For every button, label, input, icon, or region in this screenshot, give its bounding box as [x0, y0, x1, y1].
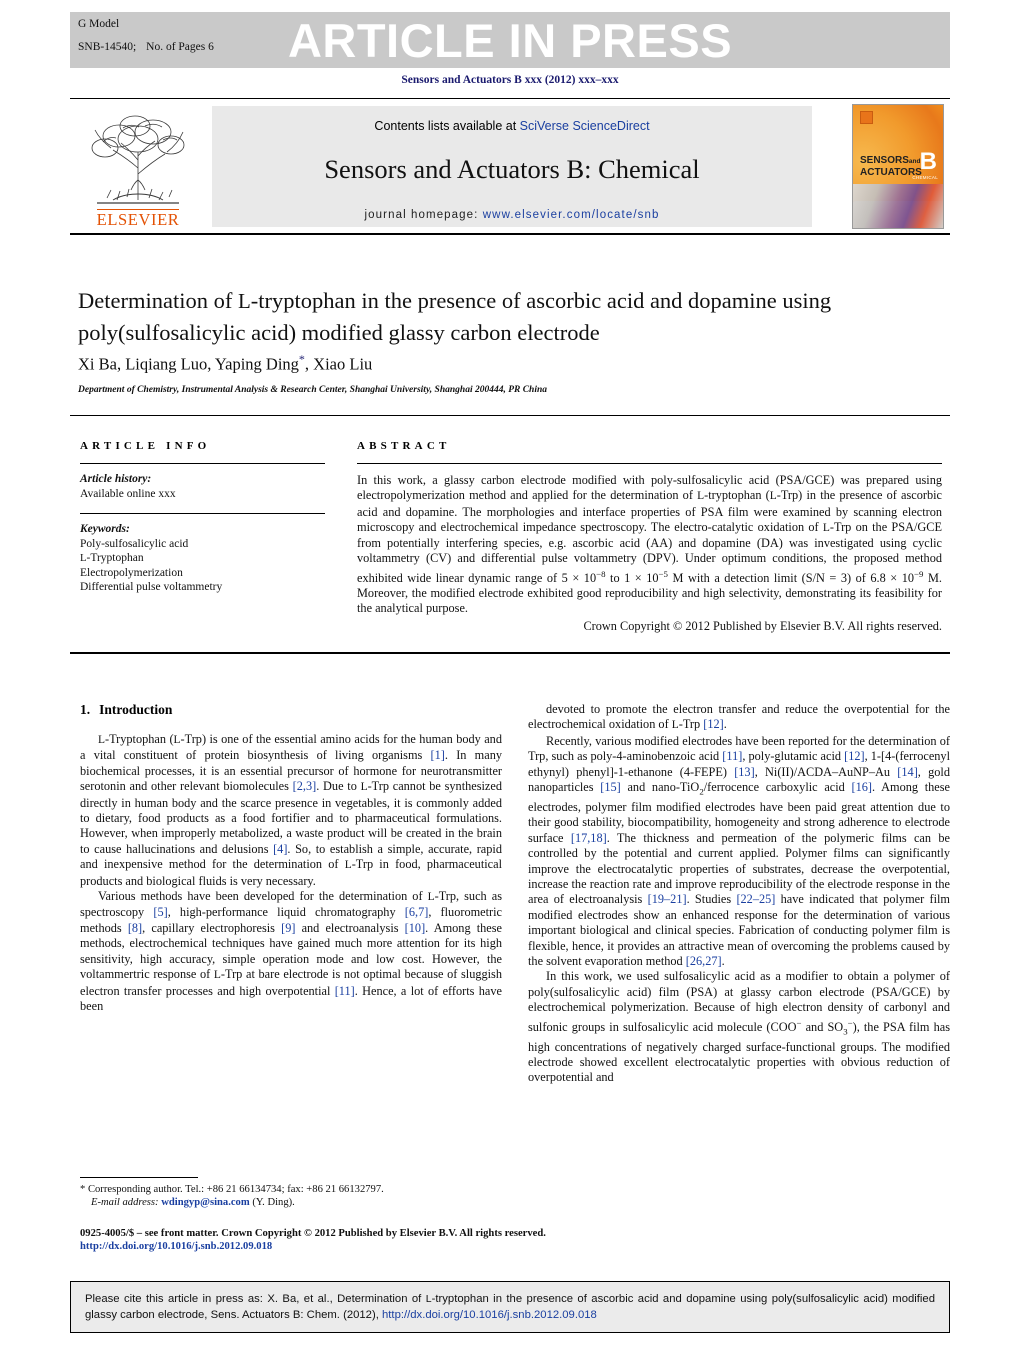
article-info-rule: [80, 463, 325, 464]
article-info-column: ARTICLE INFO Article history: Available …: [80, 440, 325, 595]
citation-doi-link[interactable]: http://dx.doi.org/10.1016/j.snb.2012.09.…: [382, 1309, 597, 1321]
footnote-email-line: E-mail address: wdingyp@sina.com (Y. Din…: [80, 1196, 510, 1209]
corresponding-author-footnote: * Corresponding author. Tel.: +86 21 661…: [80, 1183, 510, 1209]
homepage-label: journal homepage:: [364, 209, 479, 221]
author-list: Xi Ba, Liqiang Luo, Yaping Ding*, Xiao L…: [78, 352, 938, 375]
masthead-bottom-rule: [70, 233, 950, 235]
keywords-label: Keywords:: [80, 523, 130, 535]
abstract-column: ABSTRACT In this work, a glassy carbon e…: [357, 440, 942, 634]
abstract-heading: ABSTRACT: [357, 440, 451, 452]
article-page: ARTICLE IN PRESS G Model SNB-14540; No. o…: [0, 0, 1020, 1351]
sciencedirect-link[interactable]: SciVerse ScienceDirect: [520, 119, 650, 133]
elsevier-tree-icon: [91, 115, 185, 204]
keyword-item: Electropolymerization: [80, 566, 183, 579]
journal-masthead: ELSEVIER Contents lists available at Sci…: [70, 104, 950, 230]
introduction-heading: 1. Introduction: [80, 702, 502, 718]
journal-homepage-line: journal homepage: www.elsevier.com/locat…: [212, 209, 812, 221]
article-history-value: Available online xxx: [80, 487, 176, 500]
author-names-tail: , Xiao Liu: [304, 354, 373, 374]
abstract-bottom-rule: [70, 652, 950, 654]
masthead-top-rule: [70, 98, 950, 99]
keyword-item: Differential pulse voltammetry: [80, 581, 223, 593]
intro-paragraph: Various methods have been developed for …: [80, 889, 502, 1013]
affiliation-rule: [70, 415, 950, 416]
front-matter-copyright: 0925-4005/$ – see front matter. Crown Co…: [80, 1228, 546, 1239]
cover-elsevier-icon: [860, 111, 873, 124]
page-count: No. of Pages 6: [146, 41, 214, 53]
footnote-corresponding-text: * Corresponding author. Tel.: +86 21 661…: [80, 1184, 384, 1195]
cover-artwork: SENSORSand ACTUATORS B CHEMICAL: [853, 105, 943, 228]
journal-band: Contents lists available at SciVerse Sci…: [212, 106, 812, 227]
article-info-heading: ARTICLE INFO: [80, 440, 211, 452]
section-number: 1.: [80, 702, 91, 717]
journal-reference: Sensors and Actuators B xxx (2012) xxx–x…: [401, 74, 619, 86]
keywords-block: Keywords: Poly-sulfosalicylic acid L-Try…: [80, 522, 325, 595]
g-model-block: G Model SNB-14540; No. of Pages 6: [78, 18, 214, 53]
keyword-item: L-Tryptophan: [80, 552, 144, 564]
elsevier-wordmark: ELSEVIER: [96, 208, 180, 229]
elsevier-logo: ELSEVIER: [78, 106, 198, 228]
footnote-rule: [80, 1177, 198, 1178]
article-history-block: Article history: Available online xxx: [80, 472, 325, 501]
cover-line-1: SENSORS: [860, 155, 909, 166]
article-history-label: Article history:: [80, 473, 152, 485]
contents-prefix: Contents lists available at: [374, 119, 520, 133]
intro-paragraph: In this work, we used sulfosalicylic aci…: [528, 969, 950, 1085]
email-address-label: E-mail address:: [91, 1197, 159, 1209]
page-title: Determination of L-tryptophan in the pre…: [78, 288, 832, 345]
cite-this-article-box: Please cite this article in press as: X.…: [70, 1281, 950, 1333]
intro-paragraph: devoted to promote the electron transfer…: [528, 702, 950, 732]
intro-paragraph: Recently, various modified electrodes ha…: [528, 733, 950, 968]
body-column-right: devoted to promote the electron transfer…: [528, 702, 950, 1086]
g-model-label: G Model: [78, 18, 120, 30]
abstract-body: In this work, a glassy carbon electrode …: [357, 473, 943, 616]
email-address-link[interactable]: wdingyp@sina.com: [161, 1197, 249, 1208]
front-matter-block: 0925-4005/$ – see front matter. Crown Co…: [80, 1227, 780, 1254]
abstract-rule: [357, 463, 942, 464]
homepage-url-link[interactable]: www.elsevier.com/locate/snb: [483, 209, 660, 221]
abstract-copyright: Crown Copyright © 2012 Published by Else…: [583, 618, 942, 633]
article-id: SNB-14540;: [78, 41, 137, 53]
citation-text: Please cite this article in press as: X.…: [85, 1291, 935, 1323]
intro-paragraph: L-Tryptophan (L-Trp) is one of the essen…: [80, 732, 502, 888]
front-matter-doi-link[interactable]: http://dx.doi.org/10.1016/j.snb.2012.09.…: [80, 1240, 780, 1253]
keywords-rule: [80, 513, 325, 514]
contents-available-line: Contents lists available at SciVerse Sci…: [212, 119, 812, 133]
keyword-item: Poly-sulfosalicylic acid: [80, 537, 189, 550]
section-title: Introduction: [99, 702, 173, 717]
journal-title: Sensors and Actuators B: Chemical: [324, 154, 700, 184]
affiliation: Department of Chemistry, Instrumental An…: [78, 385, 548, 395]
body-column-left: 1. Introduction L-Tryptophan (L-Trp) is o…: [80, 702, 502, 1014]
email-owner: (Y. Ding).: [252, 1197, 295, 1209]
journal-cover-thumbnail: SENSORSand ACTUATORS B CHEMICAL: [852, 104, 944, 229]
cover-bottom-decoration: [853, 183, 943, 228]
cover-series-letter: B: [919, 148, 937, 175]
author-names: Xi Ba, Liqiang Luo, Yaping Ding: [78, 354, 299, 374]
cover-series-subtitle: CHEMICAL: [912, 175, 938, 180]
